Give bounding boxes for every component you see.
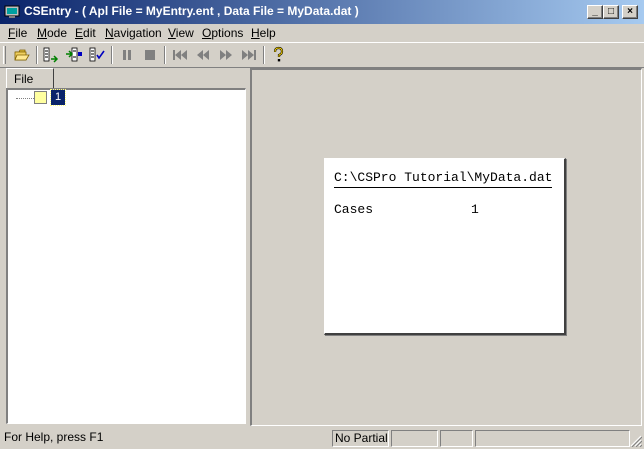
menu-file[interactable]: File bbox=[8, 26, 27, 40]
case-node-label[interactable]: 1 bbox=[49, 89, 67, 106]
menu-help[interactable]: Help bbox=[251, 26, 276, 40]
app-icon bbox=[4, 5, 20, 18]
menu-bar: File Mode Edit Navigation View Options H… bbox=[0, 24, 644, 42]
menu-view[interactable]: View bbox=[168, 26, 194, 40]
first-case-icon[interactable] bbox=[170, 46, 190, 64]
title-bar[interactable]: CSEntry - ( Apl File = MyEntry.ent , Dat… bbox=[0, 0, 644, 24]
window-title: CSEntry - ( Apl File = MyEntry.ent , Dat… bbox=[24, 4, 359, 18]
case-tree[interactable]: 1 bbox=[6, 88, 246, 424]
stop-icon[interactable] bbox=[140, 46, 160, 64]
file-summary-card: C:\CSPro Tutorial\MyData.dat Cases 1 bbox=[324, 158, 566, 335]
maximize-button[interactable]: □ bbox=[603, 5, 619, 19]
next-case-icon[interactable] bbox=[216, 46, 236, 64]
open-folder-icon[interactable] bbox=[12, 46, 32, 64]
case-node-icon bbox=[34, 91, 47, 104]
pause-icon[interactable] bbox=[117, 46, 137, 64]
toolbar bbox=[0, 42, 644, 68]
insert-case-icon[interactable] bbox=[64, 46, 84, 64]
minimize-button[interactable]: _ bbox=[587, 5, 603, 19]
menu-mode[interactable]: Mode bbox=[37, 26, 67, 40]
add-case-icon[interactable] bbox=[41, 46, 61, 64]
verify-case-icon[interactable] bbox=[87, 46, 107, 64]
main-view-pane: C:\CSPro Tutorial\MyData.dat Cases 1 bbox=[250, 68, 642, 426]
status-partials: No Partials bbox=[332, 430, 389, 447]
size-grip-icon[interactable] bbox=[630, 434, 642, 447]
status-bar: For Help, press F1 No Partials bbox=[0, 428, 644, 449]
status-cell-4 bbox=[440, 430, 473, 447]
menu-navigation[interactable]: Navigation bbox=[105, 26, 162, 40]
toolbar-separator bbox=[36, 46, 38, 64]
toolbar-separator bbox=[263, 46, 265, 64]
menu-edit[interactable]: Edit bbox=[75, 26, 96, 40]
tab-file[interactable]: File bbox=[6, 68, 54, 88]
last-case-icon[interactable] bbox=[239, 46, 259, 64]
toolbar-separator bbox=[111, 46, 113, 64]
case-tree-pane: File 1 bbox=[4, 68, 248, 426]
close-button[interactable]: × bbox=[622, 5, 638, 19]
tree-connector bbox=[16, 98, 34, 99]
menu-options[interactable]: Options bbox=[202, 26, 243, 40]
cases-label: Cases bbox=[334, 202, 374, 217]
help-icon[interactable] bbox=[268, 46, 288, 64]
toolbar-grip[interactable] bbox=[3, 46, 6, 64]
cases-count: 1 bbox=[471, 202, 479, 217]
toolbar-separator bbox=[164, 46, 166, 64]
data-file-path: C:\CSPro Tutorial\MyData.dat bbox=[334, 170, 553, 188]
status-cell-3 bbox=[391, 430, 438, 447]
cse-entry-window: CSEntry - ( Apl File = MyEntry.ent , Dat… bbox=[0, 0, 644, 449]
status-cell-5 bbox=[475, 430, 630, 447]
previous-case-icon[interactable] bbox=[193, 46, 213, 64]
status-help-text: For Help, press F1 bbox=[4, 430, 104, 444]
